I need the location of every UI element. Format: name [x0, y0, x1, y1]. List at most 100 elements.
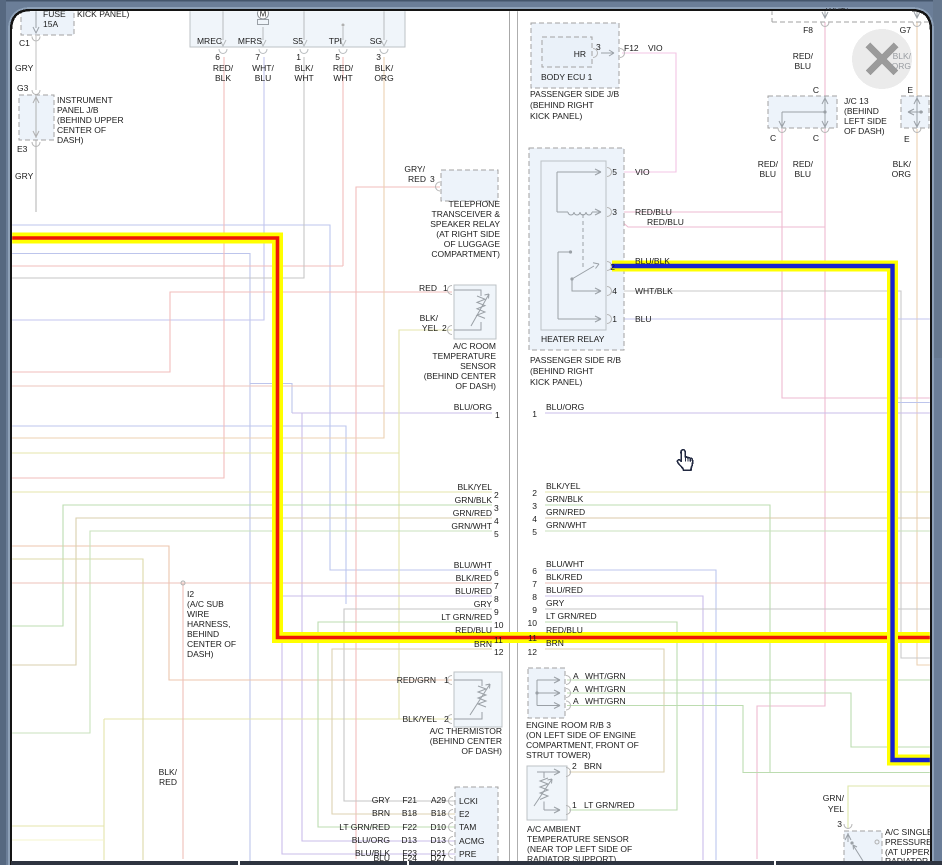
svg-text:A/C AMBIENT: A/C AMBIENT — [527, 824, 581, 834]
svg-text:YEL: YEL — [828, 804, 844, 814]
svg-text:DASH): DASH) — [57, 135, 84, 145]
svg-text:(NEAR TOP LEFT SIDE OF: (NEAR TOP LEFT SIDE OF — [527, 844, 632, 854]
svg-text:GRY: GRY — [474, 599, 493, 609]
svg-text:RED/: RED/ — [793, 51, 814, 61]
svg-text:(ON LEFT SIDE OF ENGINE: (ON LEFT SIDE OF ENGINE — [526, 730, 636, 740]
svg-text:GRY: GRY — [372, 795, 391, 805]
svg-text:F21: F21 — [402, 795, 417, 805]
svg-text:(BEHIND RIGHT: (BEHIND RIGHT — [530, 100, 594, 110]
svg-text:LT GRN/RED: LT GRN/RED — [339, 822, 390, 832]
svg-text:3: 3 — [532, 501, 537, 511]
svg-text:(BEHIND: (BEHIND — [844, 106, 879, 116]
svg-text:J/C 13: J/C 13 — [844, 96, 869, 106]
svg-text:2: 2 — [532, 488, 537, 498]
svg-text:C: C — [813, 133, 819, 143]
svg-text:8: 8 — [494, 594, 499, 604]
svg-text:KICK PANEL): KICK PANEL) — [530, 377, 582, 387]
svg-text:GRY: GRY — [546, 598, 565, 608]
svg-text:GRN/WHT: GRN/WHT — [451, 521, 492, 531]
svg-text:BLK/: BLK/ — [420, 313, 439, 323]
svg-text:INSTRUMENT: INSTRUMENT — [57, 95, 113, 105]
svg-text:F8: F8 — [803, 25, 813, 35]
svg-text:6: 6 — [494, 568, 499, 578]
svg-text:RED: RED — [419, 283, 437, 293]
svg-text:7: 7 — [532, 579, 537, 589]
svg-text:5: 5 — [532, 527, 537, 537]
svg-text:12: 12 — [494, 647, 504, 657]
svg-text:WHT/GRN: WHT/GRN — [585, 684, 626, 694]
svg-text:BLU: BLU — [794, 61, 811, 71]
svg-text:TRANSCEIVER &: TRANSCEIVER & — [432, 209, 501, 219]
svg-text:CENTER OF: CENTER OF — [57, 125, 106, 135]
svg-text:GRY: GRY — [15, 171, 34, 181]
svg-text:5: 5 — [612, 167, 617, 177]
svg-text:GRN/: GRN/ — [823, 793, 845, 803]
svg-text:ORG: ORG — [892, 61, 911, 71]
svg-text:RED/: RED/ — [793, 159, 814, 169]
svg-text:PASSENGER SIDE R/B: PASSENGER SIDE R/B — [530, 355, 621, 365]
svg-text:1: 1 — [443, 283, 448, 293]
svg-text:ENGINE ROOM R/B 3: ENGINE ROOM R/B 3 — [526, 720, 611, 730]
svg-text:VIO: VIO — [648, 43, 663, 53]
svg-text:(BEHIND RIGHT: (BEHIND RIGHT — [530, 366, 594, 376]
svg-text:BLU/WHT: BLU/WHT — [546, 559, 584, 569]
svg-text:BODY ECU 1: BODY ECU 1 — [541, 72, 593, 82]
svg-text:11: 11 — [528, 633, 537, 643]
svg-text:BLU/ORG: BLU/ORG — [546, 402, 584, 412]
svg-text:7: 7 — [494, 581, 499, 591]
svg-text:CENTER OF: CENTER OF — [187, 639, 236, 649]
svg-text:1: 1 — [495, 410, 500, 420]
svg-text:11: 11 — [494, 635, 503, 645]
svg-text:BRN: BRN — [372, 808, 390, 818]
svg-text:3: 3 — [837, 819, 842, 829]
svg-text:1: 1 — [532, 409, 537, 419]
svg-text:BLU/ORG: BLU/ORG — [352, 835, 390, 845]
svg-text:MFRS: MFRS — [238, 36, 262, 46]
svg-text:6: 6 — [532, 566, 537, 576]
svg-text:4: 4 — [612, 286, 617, 296]
svg-text:BLK/YEL: BLK/YEL — [546, 481, 581, 491]
svg-text:DASH): DASH) — [187, 649, 214, 659]
svg-text:BEHIND: BEHIND — [187, 629, 219, 639]
svg-text:B18: B18 — [402, 808, 417, 818]
svg-text:(AT RIGHT SIDE: (AT RIGHT SIDE — [436, 229, 500, 239]
svg-text:BLK/: BLK/ — [295, 63, 314, 73]
svg-text:A29: A29 — [431, 795, 446, 805]
svg-text:RED/: RED/ — [213, 63, 234, 73]
svg-text:15A: 15A — [43, 19, 58, 29]
svg-text:12: 12 — [528, 647, 538, 657]
svg-text:F22: F22 — [402, 822, 417, 832]
svg-text:2: 2 — [610, 262, 615, 272]
svg-text:BLU/RED: BLU/RED — [546, 585, 583, 595]
svg-text:ORG: ORG — [892, 169, 911, 179]
svg-text:PASSENGER SIDE J/B: PASSENGER SIDE J/B — [530, 89, 619, 99]
svg-text:RED: RED — [408, 174, 426, 184]
svg-text:G3: G3 — [17, 83, 29, 93]
svg-text:RED/: RED/ — [758, 159, 779, 169]
svg-text:BLK: BLK — [215, 73, 231, 83]
svg-text:SG: SG — [370, 36, 382, 46]
svg-text:BLU/RED: BLU/RED — [455, 586, 492, 596]
svg-text:1: 1 — [296, 52, 301, 62]
svg-text:WHT: WHT — [333, 73, 352, 83]
svg-text:SPEAKER RELAY: SPEAKER RELAY — [430, 219, 500, 229]
svg-text:HR: HR — [574, 49, 586, 59]
svg-text:BLU: BLU — [255, 73, 272, 83]
svg-text:2: 2 — [494, 490, 499, 500]
svg-text:BRN: BRN — [546, 638, 564, 648]
svg-text:C: C — [813, 85, 819, 95]
svg-text:BRN: BRN — [584, 761, 602, 771]
svg-text:KICK PANEL): KICK PANEL) — [530, 111, 582, 121]
svg-text:SENSOR: SENSOR — [460, 361, 496, 371]
svg-text:PANEL J/B: PANEL J/B — [57, 105, 99, 115]
svg-text:E2: E2 — [459, 809, 470, 819]
svg-text:F12: F12 — [624, 43, 639, 53]
svg-text:PRESSURE: PRESSURE — [885, 837, 932, 847]
svg-text:TELEPHONE: TELEPHONE — [449, 199, 501, 209]
svg-text:BLU: BLU — [635, 314, 652, 324]
svg-text:10: 10 — [528, 618, 538, 628]
svg-text:PRE: PRE — [459, 849, 477, 859]
svg-text:3: 3 — [376, 52, 381, 62]
svg-text:BLU/WHT: BLU/WHT — [454, 560, 492, 570]
svg-text:WHT: WHT — [294, 73, 313, 83]
